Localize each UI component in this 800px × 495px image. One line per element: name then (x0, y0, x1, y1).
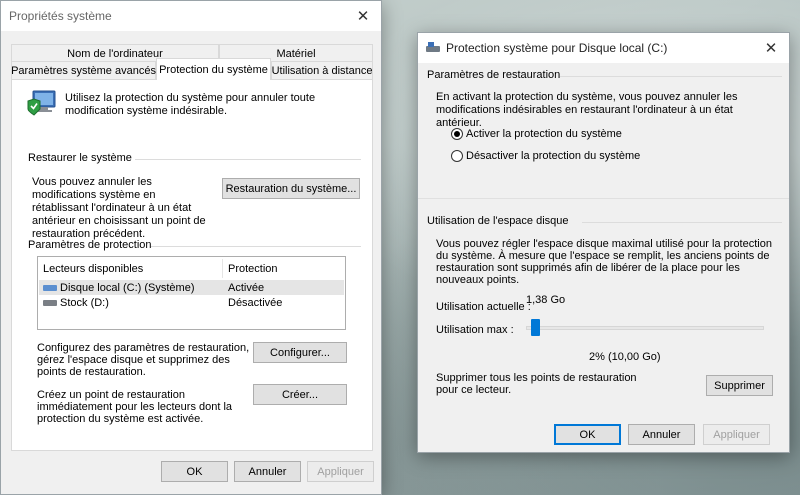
apply-button[interactable]: Appliquer (703, 424, 770, 445)
close-icon[interactable]: ✕ (753, 33, 789, 63)
cancel-button[interactable]: Annuler (234, 461, 301, 482)
restore-section-title: Restaurer le système (28, 152, 132, 164)
create-button[interactable]: Créer... (253, 384, 347, 405)
title-bar: Protection système pour Disque local (C:… (418, 33, 789, 63)
restore-text: Vous pouvez annuler les modifications sy… (32, 176, 206, 240)
drive-protection-status: Activée (228, 282, 265, 294)
restore-settings-title: Paramètres de restauration (427, 69, 561, 81)
system-protection-dialog: Protection système pour Disque local (C:… (417, 32, 790, 453)
configure-text: Configurez des paramètres de restauratio… (37, 342, 250, 378)
tab-remote[interactable]: Utilisation à distance (271, 61, 373, 80)
column-header-drives[interactable]: Lecteurs disponibles (43, 263, 143, 275)
protection-section-title: Paramètres de protection (28, 239, 152, 251)
enable-protection-label[interactable]: Activer la protection du système (466, 128, 622, 140)
ok-button[interactable]: OK (554, 424, 621, 445)
protection-divider (151, 246, 361, 247)
intro-text: Utilisez la protection du système pour a… (65, 92, 316, 117)
enable-protection-radio[interactable] (451, 128, 463, 140)
slider-thumb[interactable] (530, 319, 540, 336)
title-bar: Propriétés système ✕ (1, 1, 381, 31)
system-properties-window: Propriétés système ✕ Nom de l'ordinateur… (0, 0, 382, 495)
close-icon[interactable]: ✕ (345, 1, 381, 31)
drives-table: Lecteurs disponibles Protection Disque l… (37, 256, 346, 330)
current-usage-value: 1,38 Go (526, 294, 566, 306)
current-usage-label: Utilisation actuelle : (436, 301, 531, 313)
restore-settings-text: En activant la protection du système, vo… (436, 91, 738, 129)
drive-icon (43, 300, 57, 306)
configure-button[interactable]: Configurer... (253, 342, 347, 363)
delete-button[interactable]: Supprimer (706, 375, 773, 396)
system-drive-icon (43, 285, 57, 291)
drive-protection-status: Désactivée (228, 297, 283, 309)
window-title: Propriétés système (9, 9, 112, 23)
drive-name: Disque local (C:) (Système) (60, 282, 195, 294)
disk-usage-title: Utilisation de l'espace disque (427, 215, 569, 227)
cancel-button[interactable]: Annuler (628, 424, 695, 445)
column-separator (222, 259, 223, 278)
column-header-protection[interactable]: Protection (228, 263, 278, 275)
disable-protection-radio[interactable] (451, 150, 463, 162)
slider-track (526, 326, 764, 330)
restore-divider (135, 159, 361, 160)
usage-slider[interactable] (526, 319, 764, 337)
disable-protection-label[interactable]: Désactiver la protection du système (466, 150, 640, 162)
max-usage-label: Utilisation max : (436, 324, 514, 336)
dialog-separator (418, 198, 789, 199)
ok-button[interactable]: OK (161, 461, 228, 482)
window-title: Protection système pour Disque local (C:… (446, 41, 668, 55)
disk-usage-divider (582, 222, 782, 223)
drive-name: Stock (D:) (60, 297, 109, 309)
apply-button[interactable]: Appliquer (307, 461, 374, 482)
restore-settings-divider (560, 76, 782, 77)
create-text: Créez un point de restauration immédiate… (37, 389, 233, 425)
delete-points-text: Supprimer tous les points de restauratio… (436, 372, 637, 396)
drive-title-icon (426, 42, 440, 52)
system-protection-icon (27, 90, 56, 116)
tab-advanced[interactable]: Paramètres système avancés (11, 61, 156, 80)
disk-usage-text: Vous pouvez régler l'espace disque maxim… (436, 238, 772, 286)
tab-system-protection[interactable]: Protection du système (156, 58, 271, 80)
system-restore-button[interactable]: Restauration du système... (222, 178, 360, 199)
slider-value-text: 2% (10,00 Go) (589, 351, 661, 363)
